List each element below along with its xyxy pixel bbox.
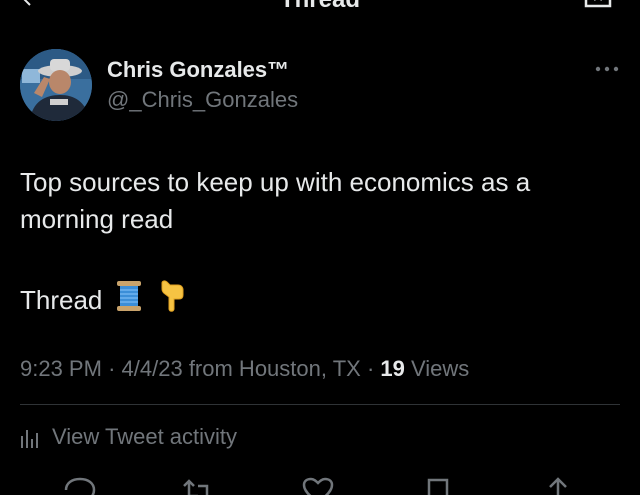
author-name[interactable]: Chris Gonzales™ bbox=[107, 57, 289, 83]
pointing-down-hand-icon bbox=[156, 279, 186, 320]
bookmark-icon[interactable] bbox=[582, 0, 614, 8]
tweet-text-line-2: morning read bbox=[20, 204, 174, 234]
analytics-bar-icon bbox=[21, 430, 38, 448]
retweet-icon[interactable] bbox=[180, 476, 216, 495]
tweet-time: 9:23 PM bbox=[20, 356, 102, 381]
spool-of-thread-icon bbox=[116, 280, 142, 319]
author-handle[interactable]: @_Chris_Gonzales bbox=[107, 87, 298, 113]
divider bbox=[20, 404, 620, 405]
tweet-date: 4/4/23 bbox=[121, 356, 183, 381]
bookmark-action-icon[interactable] bbox=[420, 476, 456, 495]
separator: · bbox=[366, 356, 375, 381]
profile-photo-icon bbox=[20, 49, 92, 121]
top-navigation-bar: Thread bbox=[0, 0, 640, 22]
view-tweet-activity-label: View Tweet activity bbox=[52, 424, 238, 449]
tweet-text-line-1: Top sources to keep up with economics as… bbox=[20, 167, 531, 197]
reply-icon[interactable] bbox=[62, 476, 98, 495]
like-heart-icon[interactable] bbox=[300, 476, 336, 495]
tweet-action-bar bbox=[0, 476, 640, 495]
tweet-metadata: 9:23 PM · 4/4/23 from Houston, TX · 19 V… bbox=[20, 356, 469, 382]
view-tweet-activity-link[interactable]: View Tweet activity bbox=[20, 424, 237, 450]
tweet-location: from Houston, TX bbox=[188, 356, 361, 381]
share-icon[interactable] bbox=[540, 476, 576, 495]
views-count: 19 bbox=[380, 356, 405, 381]
separator: · bbox=[108, 356, 116, 381]
avatar[interactable] bbox=[20, 49, 92, 121]
page-title: Thread bbox=[0, 0, 640, 14]
tweet-text-line-3: Thread bbox=[20, 279, 186, 320]
more-options-icon[interactable] bbox=[594, 64, 620, 74]
views-label: Views bbox=[411, 356, 470, 381]
tweet-thread-word: Thread bbox=[20, 284, 103, 315]
